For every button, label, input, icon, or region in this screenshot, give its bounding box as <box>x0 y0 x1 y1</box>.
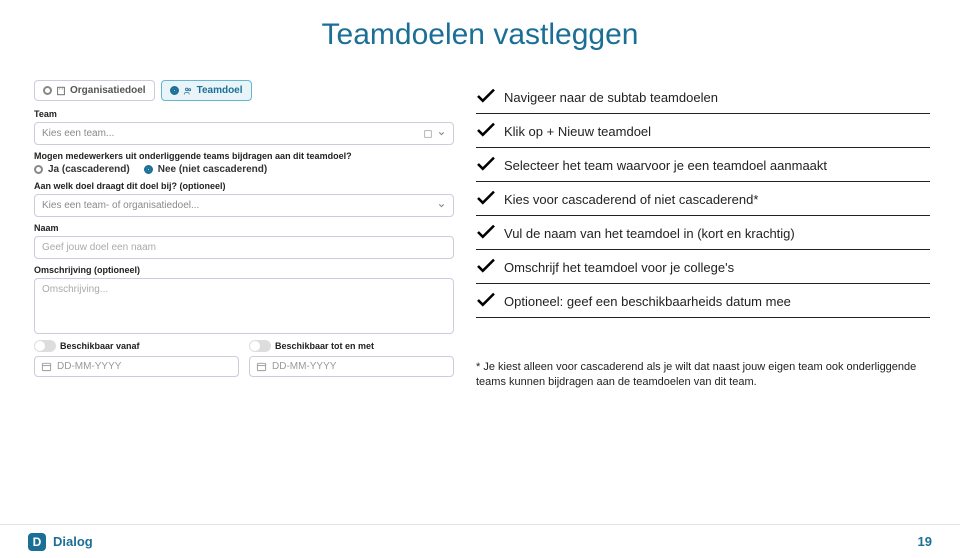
check-icon <box>476 258 496 274</box>
contributes-select[interactable]: Kies een team- of organisatiedoel... <box>34 194 454 217</box>
tab-organisatiedoel[interactable]: Organisatiedoel <box>34 80 155 101</box>
radio-icon <box>34 165 43 174</box>
field-label: Beschikbaar vanaf <box>60 341 140 351</box>
page-number: 19 <box>918 534 932 549</box>
logo-icon: D <box>28 533 46 551</box>
tab-label: Teamdoel <box>197 85 243 96</box>
field-label: Mogen medewerkers uit onderliggende team… <box>34 151 454 161</box>
toggle-from[interactable] <box>34 340 56 352</box>
list-item: Klik op + Nieuw teamdoel <box>476 114 930 148</box>
list-item: Optioneel: geef een beschikbaarheids dat… <box>476 284 930 318</box>
field-label: Team <box>34 109 454 119</box>
date-from-input[interactable]: DD-MM-YYYY <box>34 356 239 377</box>
list-text: Selecteer het team waarvoor je een teamd… <box>504 158 827 173</box>
field-label: Omschrijving (optioneel) <box>34 265 454 275</box>
list-text: Vul de naam van het teamdoel in (kort en… <box>504 226 795 241</box>
field-label: Beschikbaar tot en met <box>275 341 374 351</box>
radio-label: Nee (niet cascaderend) <box>158 164 268 175</box>
list-item: Selecteer het team waarvoor je een teamd… <box>476 148 930 182</box>
instruction-checklist: Navigeer naar de subtab teamdoelen Klik … <box>476 80 930 318</box>
list-text: Klik op + Nieuw teamdoel <box>504 124 651 139</box>
page-title: Teamdoelen vastleggen <box>0 18 960 52</box>
field-label: Aan welk doel draagt dit doel bij? (opti… <box>34 181 454 191</box>
check-icon <box>476 88 496 104</box>
radio-icon <box>144 165 153 174</box>
users-icon <box>183 86 193 96</box>
list-item: Kies voor cascaderend of niet cascaderen… <box>476 182 930 216</box>
radio-icon <box>170 86 179 95</box>
brand-name: Dialog <box>53 534 93 549</box>
check-icon <box>476 156 496 172</box>
radio-cascading-yes[interactable]: Ja (cascaderend) <box>34 164 130 175</box>
app-screenshot: Organisatiedoel Teamdoel Team Kies een t… <box>34 80 454 390</box>
list-text: Kies voor cascaderend of niet cascaderen… <box>504 192 758 207</box>
date-placeholder: DD-MM-YYYY <box>272 361 336 372</box>
building-icon <box>56 86 66 96</box>
picker-icon <box>423 129 433 139</box>
list-text: Omschrijf het teamdoel voor je college's <box>504 260 734 275</box>
team-select[interactable]: Kies een team... <box>34 122 454 145</box>
list-item: Navigeer naar de subtab teamdoelen <box>476 80 930 114</box>
footnote: * Je kiest alleen voor cascaderend als j… <box>476 360 930 390</box>
check-icon <box>476 292 496 308</box>
check-icon <box>476 122 496 138</box>
list-text: Navigeer naar de subtab teamdoelen <box>504 90 718 105</box>
date-placeholder: DD-MM-YYYY <box>57 361 121 372</box>
list-text: Optioneel: geef een beschikbaarheids dat… <box>504 294 791 309</box>
list-item: Vul de naam van het teamdoel in (kort en… <box>476 216 930 250</box>
date-to-input[interactable]: DD-MM-YYYY <box>249 356 454 377</box>
slide-footer: D Dialog 19 <box>0 524 960 558</box>
radio-cascading-no[interactable]: Nee (niet cascaderend) <box>144 164 268 175</box>
calendar-icon <box>41 361 52 372</box>
select-placeholder: Kies een team- of organisatiedoel... <box>42 200 199 211</box>
chevron-down-icon <box>437 201 446 210</box>
calendar-icon <box>256 361 267 372</box>
toggle-to[interactable] <box>249 340 271 352</box>
check-icon <box>476 224 496 240</box>
tab-teamdoel[interactable]: Teamdoel <box>161 80 252 101</box>
check-icon <box>476 190 496 206</box>
brand: D Dialog <box>28 533 93 551</box>
description-textarea[interactable]: Omschrijving... <box>34 278 454 334</box>
input-placeholder: Omschrijving... <box>42 284 108 295</box>
select-placeholder: Kies een team... <box>42 128 114 139</box>
input-placeholder: Geef jouw doel een naam <box>42 242 156 253</box>
tab-label: Organisatiedoel <box>70 85 146 96</box>
radio-label: Ja (cascaderend) <box>48 164 130 175</box>
chevron-down-icon <box>437 129 446 138</box>
radio-icon <box>43 86 52 95</box>
field-label: Naam <box>34 223 454 233</box>
list-item: Omschrijf het teamdoel voor je college's <box>476 250 930 284</box>
name-input[interactable]: Geef jouw doel een naam <box>34 236 454 259</box>
